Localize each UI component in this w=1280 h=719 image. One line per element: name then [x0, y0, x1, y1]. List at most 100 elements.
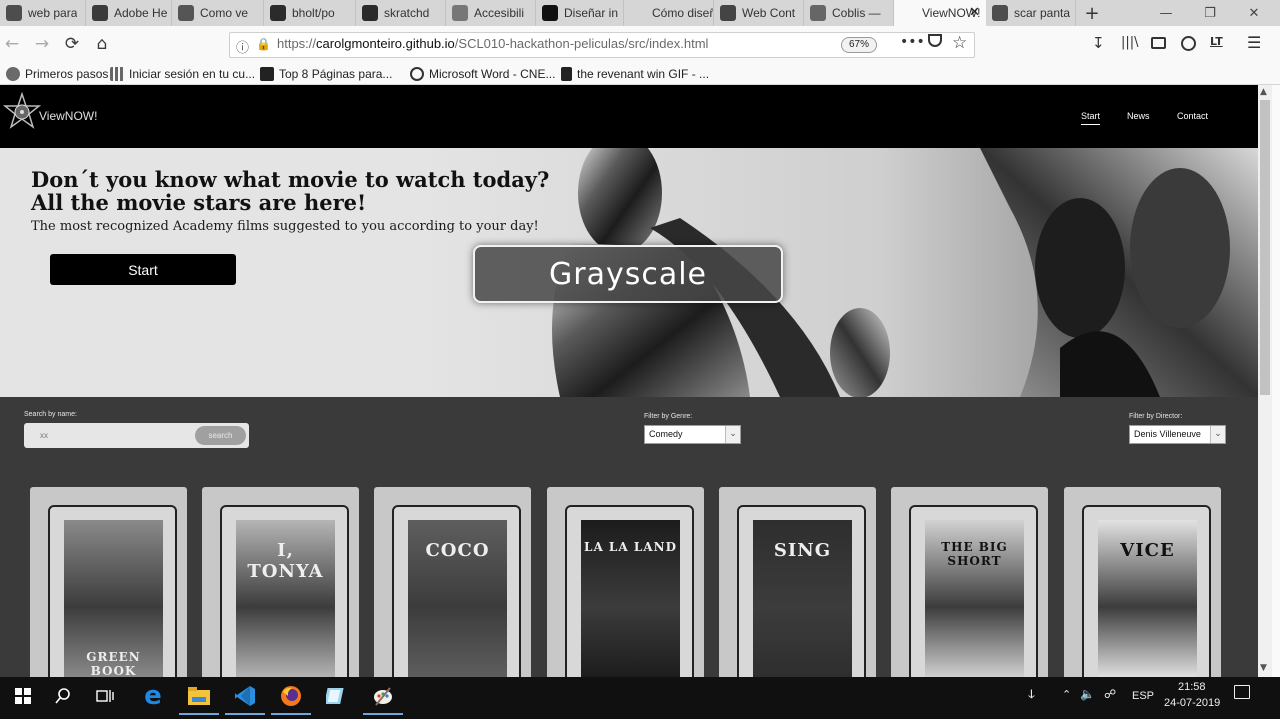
menu-icon[interactable]: ☰	[1247, 33, 1261, 52]
page-actions-icon[interactable]: •••	[900, 34, 925, 50]
lock-icon: 🔒	[256, 37, 271, 51]
scrollbar-thumb[interactable]	[1260, 100, 1270, 395]
close-tab-icon[interactable]: ✕	[969, 5, 980, 20]
tab-label: Diseñar in	[564, 6, 619, 20]
browser-tab[interactable]: scar panta	[986, 0, 1076, 26]
bookmark-revenant-gif[interactable]: the revenant win GIF - ...	[561, 65, 709, 83]
new-tab-button[interactable]: +	[1080, 0, 1104, 26]
info-icon[interactable]: ⓘ	[236, 37, 249, 56]
close-window-button[interactable]: ✕	[1232, 0, 1276, 26]
nav-link-start[interactable]: Start	[1081, 111, 1101, 125]
url-text[interactable]: https://carolgmonteiro.github.io/SCL010-…	[277, 36, 708, 51]
grid-icon	[110, 67, 124, 81]
bookmark-top-8-paginas[interactable]: Top 8 Páginas para...	[260, 65, 392, 83]
hero-start-button[interactable]: Start	[50, 254, 236, 285]
network-icon[interactable]: ☍	[1104, 687, 1116, 701]
back-button[interactable]: ←	[0, 32, 24, 56]
downloads-icon[interactable]: ↧	[1092, 34, 1105, 52]
tray-chevron-icon[interactable]: ⌃	[1062, 688, 1071, 701]
site-header: ViewNOW! Start News Contact	[0, 85, 1258, 148]
sidebar-icon[interactable]	[1151, 37, 1166, 49]
bookmark-primeros-pasos[interactable]: Primeros pasos	[6, 65, 108, 83]
nav-link-contact[interactable]: Contact	[1177, 111, 1208, 121]
scroll-down-icon[interactable]: ▼	[1260, 663, 1267, 673]
director-filter-select[interactable]: Denis Villeneuve ⌄	[1129, 425, 1226, 444]
people-icon[interactable]: ↆ	[1028, 687, 1035, 702]
zoom-indicator[interactable]: 67%	[841, 37, 877, 53]
library-icon[interactable]: |||\	[1121, 35, 1139, 50]
search-icon[interactable]	[40, 677, 86, 715]
firefox-icon	[6, 67, 20, 81]
movie-poster-image: I, TONYA	[236, 520, 335, 678]
blank-icon	[630, 5, 646, 21]
edge-icon[interactable]: e	[130, 677, 176, 715]
notepad-icon[interactable]	[314, 677, 360, 715]
nav-link-news[interactable]: News	[1127, 111, 1150, 121]
movie-poster-image: THE BIG SHORT	[925, 520, 1024, 678]
account-icon[interactable]	[1181, 36, 1196, 51]
translate-icon[interactable]: LT	[1210, 35, 1223, 48]
firefox-icon[interactable]	[268, 677, 314, 715]
google-icon	[992, 5, 1008, 21]
movie-poster-image: SING	[753, 520, 852, 678]
tab-label: Coblis —	[832, 6, 881, 20]
page-icon	[178, 5, 194, 21]
search-button[interactable]: search	[195, 426, 246, 445]
movie-title: THE BIG SHORT	[941, 540, 1008, 568]
bookmark-iniciar-sesion[interactable]: Iniciar sesión en tu cu...	[110, 65, 255, 83]
browser-tab[interactable]: bholt/po	[264, 0, 356, 26]
bookmark-star-icon[interactable]: ☆	[952, 33, 967, 53]
search-label: Search by name:	[24, 411, 77, 418]
blank-icon	[900, 5, 916, 21]
home-button[interactable]: ⌂	[90, 32, 114, 56]
movie-poster-image: VICE	[1098, 520, 1197, 678]
browser-tab[interactable]: Web Cont	[714, 0, 804, 26]
chevron-down-icon: ⌄	[1210, 426, 1225, 443]
reload-button[interactable]: ⟳	[60, 32, 84, 56]
movie-card[interactable]: I, TONYA	[202, 487, 359, 687]
search-input-value: xx	[40, 431, 48, 440]
volume-icon[interactable]: 🔈	[1080, 687, 1095, 701]
movie-poster-frame: VICE	[1082, 505, 1211, 685]
movie-poster-frame: GREEN BOOK	[48, 505, 177, 685]
forward-button[interactable]: →	[30, 32, 54, 56]
bookmark-microsoft-word[interactable]: Microsoft Word - CNE...	[410, 65, 555, 83]
browser-tab[interactable]: Diseñar in	[536, 0, 624, 26]
movie-card[interactable]: COCO	[374, 487, 531, 687]
logo-text[interactable]: ViewNOW!	[39, 109, 97, 123]
medium-icon	[542, 5, 558, 21]
tab-label: Cómo diseñar	[652, 6, 713, 20]
genre-filter-select[interactable]: Comedy ⌄	[644, 425, 741, 444]
browser-tab[interactable]: web para	[0, 0, 86, 26]
hero-title: Don´t you know what movie to watch today…	[31, 167, 550, 215]
scroll-up-icon[interactable]: ▲	[1260, 87, 1267, 97]
movie-card[interactable]: SING	[719, 487, 876, 687]
tab-label: scar panta	[1014, 6, 1071, 20]
movie-poster-frame: LA LA LAND	[565, 505, 694, 685]
movie-card[interactable]: THE BIG SHORT	[891, 487, 1048, 687]
browser-tab[interactable]: Cómo diseñar	[624, 0, 714, 26]
language-indicator[interactable]: ESP	[1132, 690, 1154, 702]
maximize-button[interactable]: ❐	[1188, 0, 1232, 26]
minimize-button[interactable]: —	[1144, 0, 1188, 26]
clock-time[interactable]: 21:58	[1178, 681, 1206, 693]
movie-card[interactable]: LA LA LAND	[547, 487, 704, 687]
chevron-down-icon: ⌄	[725, 426, 740, 443]
browser-tab[interactable]: Accesibili	[446, 0, 536, 26]
vscode-icon[interactable]	[222, 677, 268, 715]
browser-tab[interactable]: Adobe He	[86, 0, 172, 26]
movie-poster-frame: COCO	[392, 505, 521, 685]
movie-card[interactable]: GREEN BOOK	[30, 487, 187, 687]
paint-icon[interactable]	[360, 677, 406, 715]
browser-tab[interactable]: Coblis —	[804, 0, 894, 26]
browser-tab[interactable]: Como ve	[172, 0, 264, 26]
movie-title: COCO	[425, 540, 490, 561]
globe-icon	[410, 67, 424, 81]
clock-date[interactable]: 24-07-2019	[1164, 697, 1220, 709]
task-view-icon[interactable]	[82, 677, 128, 715]
notifications-icon[interactable]	[1234, 685, 1250, 699]
file-explorer-icon[interactable]	[176, 677, 222, 715]
browser-tab[interactable]: ViewNOW! ✕	[894, 0, 986, 26]
browser-tab[interactable]: skratchd	[356, 0, 446, 26]
movie-card[interactable]: VICE	[1064, 487, 1221, 687]
